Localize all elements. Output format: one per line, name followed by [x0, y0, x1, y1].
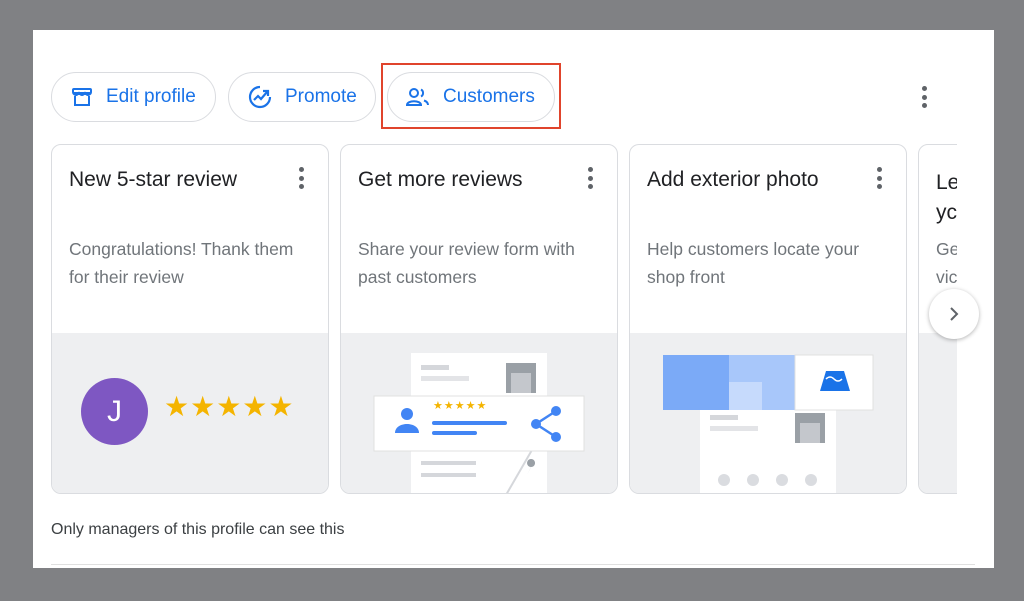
- card-description: Congratulations! Thank them for their re…: [69, 239, 294, 287]
- card-illustration: J ★★★★★: [52, 333, 328, 493]
- more-vert-icon: [876, 167, 882, 172]
- divider: [51, 564, 975, 565]
- business-profile-panel: Edit profile Promote Customers New 5-sta…: [33, 30, 994, 568]
- storefront-icon: [72, 88, 92, 106]
- more-options-button[interactable]: [913, 84, 935, 110]
- storefront-photo-illustration: [663, 354, 874, 493]
- customers-highlight-box: [381, 63, 561, 129]
- card-more-button[interactable]: [874, 165, 884, 191]
- chevron-right-icon: [950, 307, 959, 321]
- mini-rating-stars: ★★★★★: [433, 400, 488, 412]
- next-button[interactable]: [929, 289, 979, 339]
- managers-note: Only managers of this profile can see th…: [51, 521, 345, 538]
- card-illustration: ★★★★★: [341, 333, 617, 493]
- edit-profile-label: Edit profile: [106, 86, 196, 107]
- promote-label: Promote: [285, 86, 357, 107]
- card-title: Get more reviews: [358, 168, 523, 191]
- review-share-illustration: [373, 353, 585, 493]
- more-vert-icon: [921, 86, 927, 91]
- card-title: Add exterior photo: [647, 168, 819, 191]
- edit-profile-button[interactable]: Edit profile: [51, 72, 216, 122]
- card-description: Help customers locate your shop front: [647, 239, 860, 287]
- avatar: J: [81, 378, 148, 445]
- trending-up-icon: [248, 85, 272, 109]
- card-get-more-reviews[interactable]: Get more reviews Share your review form …: [340, 144, 618, 494]
- promote-button[interactable]: Promote: [228, 72, 376, 122]
- card-add-exterior-photo[interactable]: Add exterior photo Help customers locate…: [629, 144, 907, 494]
- rating-stars: ★★★★★: [164, 391, 295, 422]
- card-title: New 5-star review: [69, 168, 238, 191]
- card-new-review[interactable]: New 5-star review Congratulations! Thank…: [51, 144, 329, 494]
- more-vert-icon: [587, 167, 593, 172]
- card-more-button[interactable]: [296, 165, 306, 191]
- card-illustration: [630, 333, 906, 493]
- card-description: Share your review form with past custome…: [358, 239, 575, 287]
- more-vert-icon: [298, 167, 304, 172]
- card-more-button[interactable]: [585, 165, 595, 191]
